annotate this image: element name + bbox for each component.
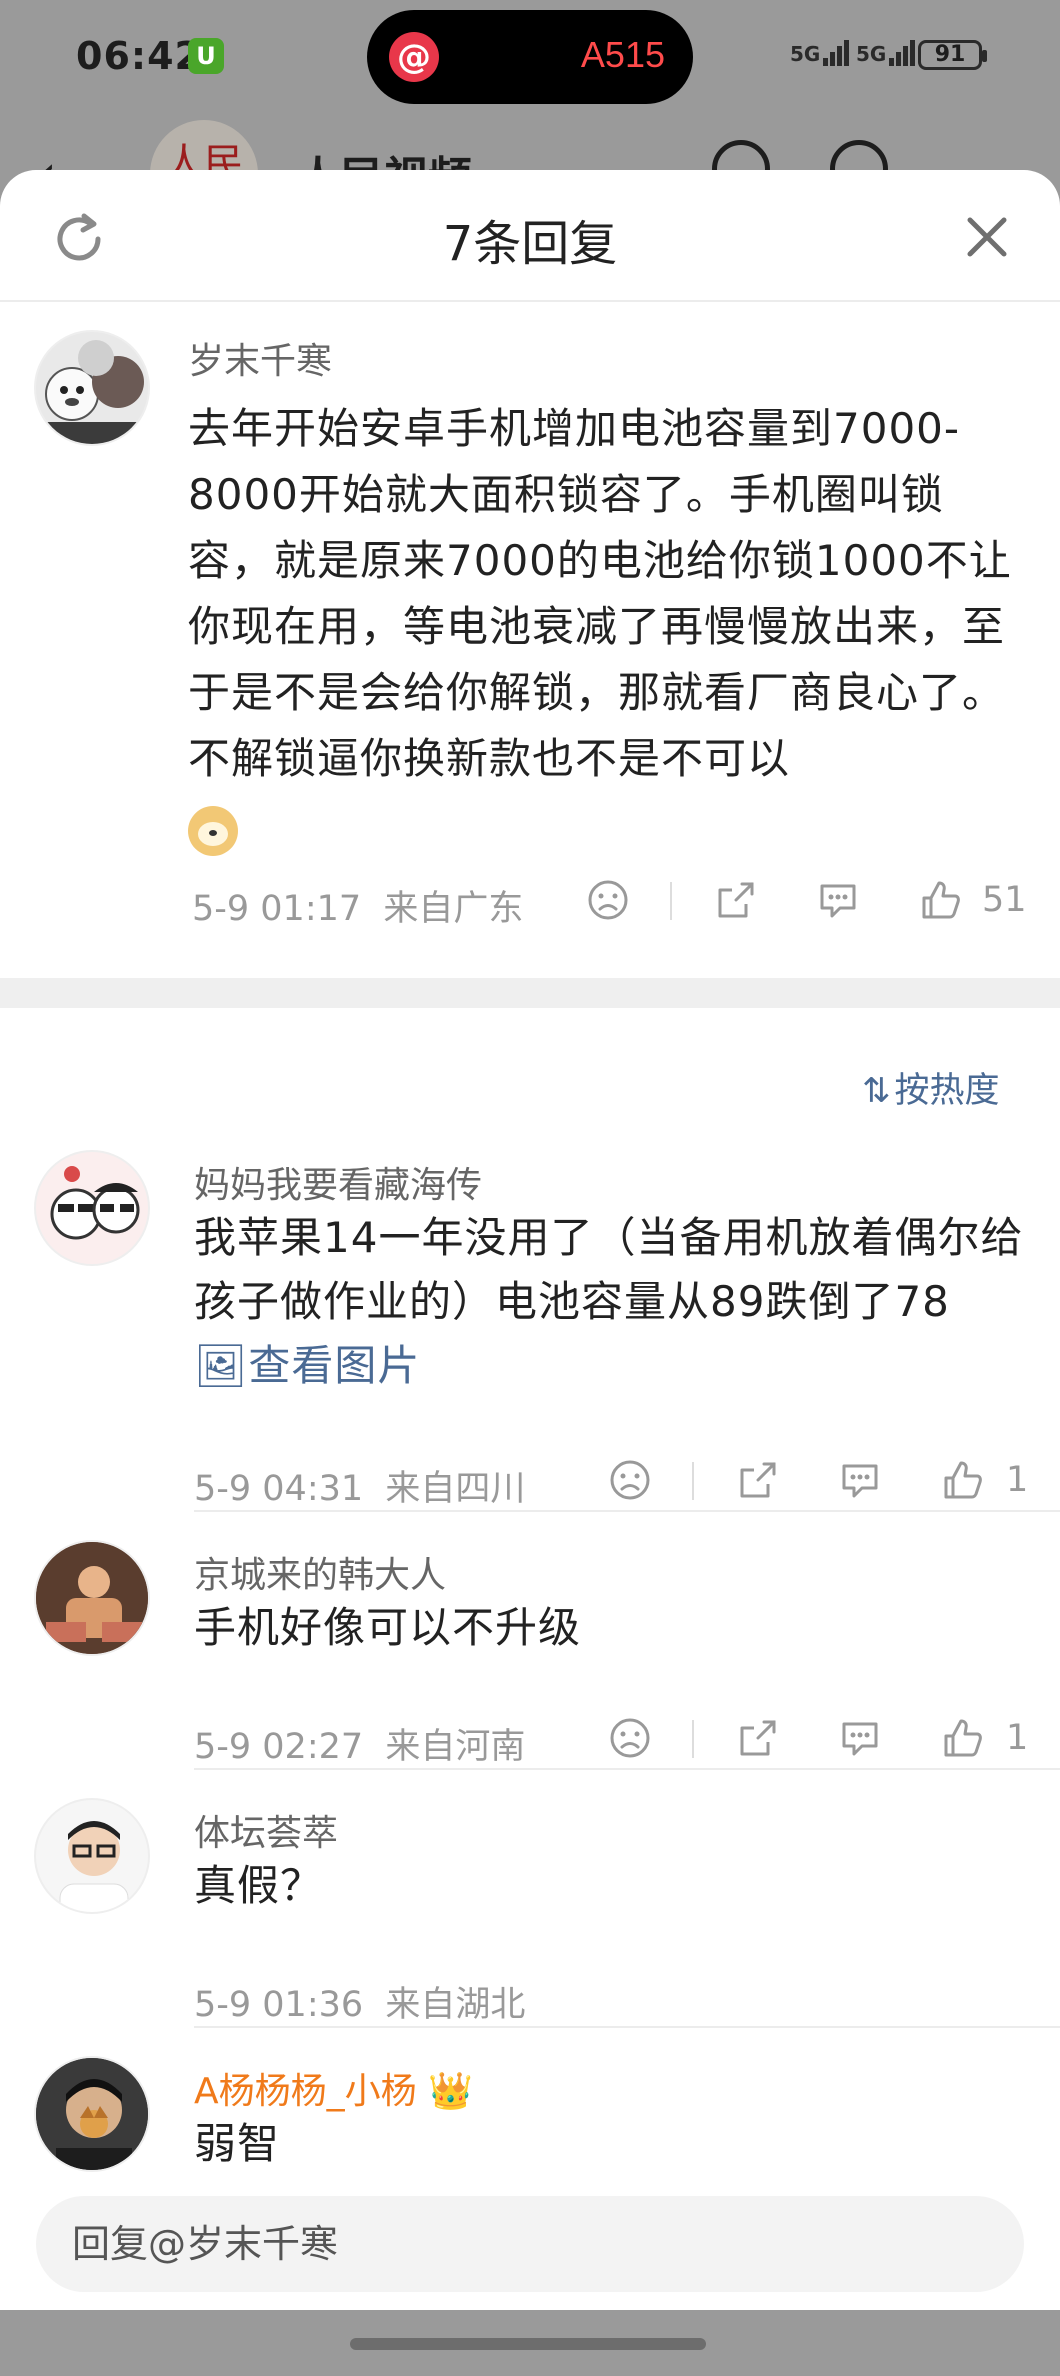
sort-by-heat-button[interactable]: ⇅ 按热度	[862, 1062, 1000, 1113]
row-divider	[194, 2026, 1060, 2028]
reply-timestamp: 5-9 04:31 来自四川	[194, 1469, 526, 1509]
comment-text: 去年开始安卓手机增加电池容量到7000-8000开始就大面积锁容了。手机圈叫锁容…	[188, 396, 1028, 858]
comment-icon[interactable]	[838, 1458, 882, 1502]
close-icon[interactable]	[962, 212, 1012, 262]
avatar[interactable]	[34, 1798, 150, 1914]
avatar[interactable]	[34, 1150, 150, 1266]
shield-icon: U	[188, 38, 224, 74]
reply-item: 妈妈我要看藏海传 我苹果14一年没用了（当备用机放着偶尔给孩子做作业的）电池容量…	[0, 1150, 1060, 1390]
like-count: 1	[1006, 1460, 1029, 1500]
share-icon[interactable]	[736, 1716, 780, 1760]
reply-username[interactable]: 京城来的韩大人	[194, 1546, 446, 1598]
signal-icon: 5G	[790, 40, 851, 66]
avatar[interactable]	[34, 330, 150, 446]
reply-username[interactable]: A杨杨杨_小杨 👑	[194, 2062, 473, 2114]
battery-icon: 91	[918, 40, 987, 70]
comment-timestamp: 5-9 01:17 来自广东	[192, 889, 524, 929]
reply-timestamp: 5-9 01:36 来自湖北	[194, 1985, 526, 2025]
view-image-link[interactable]: 🖼查看图片	[194, 1341, 420, 1390]
sheet-title: 7条回复	[442, 216, 618, 272]
avatar[interactable]	[34, 2056, 150, 2172]
comment-username[interactable]: 岁末千寒	[188, 332, 332, 384]
meta-divider	[670, 882, 672, 920]
status-bar: 06:42 U @ A515 5G 5G 91	[0, 0, 1060, 120]
reply-username[interactable]: 体坛荟萃	[194, 1804, 338, 1856]
reply-input[interactable]: 回复@岁末千寒	[36, 2196, 1024, 2292]
share-icon[interactable]	[714, 878, 758, 922]
comment-icon[interactable]	[816, 878, 860, 922]
like-count: 51	[982, 880, 1027, 920]
comment-icon[interactable]	[838, 1716, 882, 1760]
like-icon[interactable]	[940, 1716, 984, 1760]
reply-text: 手机好像可以不升级	[194, 1603, 582, 1652]
row-divider	[194, 1510, 1060, 1512]
reply-meta: 5-9 01:36 来自湖北	[194, 1968, 1034, 2028]
doge-emoji-icon	[188, 805, 238, 856]
dislike-icon[interactable]	[608, 1458, 652, 1502]
comment-meta: 5-9 01:17 来自广东 51	[192, 872, 1032, 932]
reply-text: 弱智	[194, 2119, 281, 2168]
reply-item: A杨杨杨_小杨 👑 弱智	[0, 2056, 1060, 2196]
image-icon: 🖼	[194, 1341, 249, 1390]
meta-divider	[692, 1720, 694, 1758]
reply-timestamp: 5-9 02:27 来自河南	[194, 1727, 526, 1767]
dislike-icon[interactable]	[608, 1716, 652, 1760]
meta-divider	[692, 1462, 694, 1500]
reply-text: 我苹果14一年没用了（当备用机放着偶尔给孩子做作业的）电池容量从89跌倒了78 …	[194, 1213, 1024, 1390]
avatar[interactable]	[34, 1540, 150, 1656]
share-icon[interactable]	[736, 1458, 780, 1502]
dynamic-island[interactable]: @ A515	[367, 10, 693, 104]
like-icon[interactable]	[940, 1458, 984, 1502]
reply-meta: 5-9 02:27 来自河南 1	[194, 1710, 1034, 1770]
reply-text: 真假？	[194, 1861, 324, 1910]
island-text: A515	[580, 34, 665, 75]
reply-username[interactable]: 妈妈我要看藏海传	[194, 1156, 482, 1208]
status-time: 06:42	[76, 34, 202, 78]
replies-sheet: 7条回复 岁末千寒 去年开始安卓手机增加电池容量到7000-8000开始就大面积…	[0, 170, 1060, 2310]
at-icon: @	[389, 32, 439, 82]
reply-item: 体坛荟萃 真假？	[0, 1798, 1060, 1918]
dislike-icon[interactable]	[586, 878, 630, 922]
main-comment: 岁末千寒 去年开始安卓手机增加电池容量到7000-8000开始就大面积锁容了。手…	[0, 302, 1060, 978]
like-count: 1	[1006, 1718, 1029, 1758]
reply-item: 京城来的韩大人 手机好像可以不升级	[0, 1540, 1060, 1660]
home-indicator[interactable]	[350, 2338, 706, 2350]
reply-meta: 5-9 04:31 来自四川 1	[194, 1452, 1034, 1512]
crown-icon: 👑	[428, 2071, 473, 2112]
sheet-header: 7条回复	[0, 170, 1060, 302]
like-icon[interactable]	[918, 878, 962, 922]
sort-icon: ⇅	[862, 1071, 891, 1111]
section-divider	[0, 978, 1060, 1008]
row-divider	[194, 1768, 1060, 1770]
signal-icon: 5G	[856, 40, 917, 66]
